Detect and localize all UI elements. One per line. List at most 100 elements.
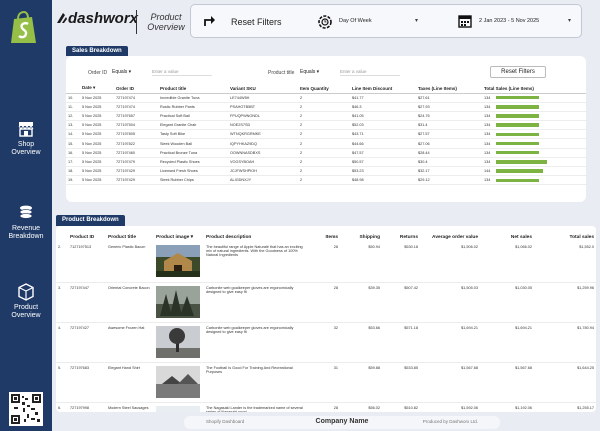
cell-desc: Carbonite web goalkeeper gloves are ergo… (204, 282, 306, 323)
qr-code-icon (9, 392, 43, 426)
column-header-total-sales[interactable]: Total sales (534, 232, 596, 242)
cell-total-sales: 134 (482, 129, 586, 140)
table-row[interactable]: 11. 5 Nov 2025 727197474 Rustic Rubber Pant… (66, 102, 586, 112)
reset-table-filters-button[interactable]: Reset Filters (490, 66, 546, 78)
sales-table: Date ▾ Order ID Product title Variant SK… (66, 84, 586, 186)
total-sales-value: 134 (484, 123, 491, 128)
order-id-filter-label: Order ID (88, 70, 108, 76)
cell-qty: 2 (298, 175, 350, 186)
column-header-total-sales[interactable]: Total Sales (Line Items) (482, 84, 586, 94)
order-id-mode-dropdown[interactable]: Equals ▾ (112, 69, 131, 75)
reset-arrow-icon[interactable] (203, 15, 217, 27)
cell-items: 32 (306, 322, 340, 363)
column-header-order-id[interactable]: Order ID (114, 84, 158, 94)
column-header-line-item-discount[interactable]: Line Item Discount (350, 84, 416, 94)
column-header-product-image[interactable]: Product image ▾ (154, 232, 204, 242)
column-header-items[interactable]: Items (306, 232, 340, 242)
main-area: dashworx Product Overview Reset Filters … (52, 0, 600, 431)
table-filters: Order ID Equals ▾ Enter a value Product … (66, 64, 586, 84)
cell-total-sales: 144 (482, 166, 586, 177)
cell-total: $1,255.17 (534, 402, 596, 412)
column-header-product-title[interactable]: Product title (106, 232, 154, 242)
cell-idx: 5. (56, 362, 68, 403)
cell-total: $1,780.94 (534, 322, 596, 363)
cell-sku: FPUQPWNONDL (228, 111, 298, 122)
cell-aov: $1,694.21 (420, 322, 480, 363)
total-sales-value: 144 (484, 169, 491, 174)
cell-idx: 19. (66, 175, 80, 186)
cell-date: 5 Nov 2025 (80, 166, 114, 177)
column-header-date[interactable]: Date ▾ (80, 84, 114, 94)
reset-filters-button[interactable]: Reset Filters (231, 17, 282, 27)
cell-net: $1,030.05 (480, 282, 534, 323)
cell-tax: $27.57 (416, 129, 482, 140)
column-header-product-title[interactable]: Product title (158, 84, 228, 94)
cell-date: 5 Nov 2025 (80, 157, 114, 168)
cell-sku: IQPYHKAZ9DQ (228, 138, 298, 149)
column-header-shipping[interactable]: Shipping (340, 232, 382, 242)
table-row[interactable]: 6. 727197998 Modern Steel Sausages The Naga… (56, 402, 596, 412)
box-icon (18, 283, 34, 301)
table-row[interactable]: 5. 727197683 Elegant Hand Shirt The Footbal… (56, 362, 596, 403)
total-sales-value: 134 (484, 95, 491, 100)
chevron-down-icon[interactable]: ▾ (415, 17, 418, 24)
table-row[interactable]: 13. 5 Nov 2025 727197504 Elegant Granite Ch… (66, 120, 586, 131)
table-row[interactable]: 4. 727197427 Awesome Frozen Hat Carbonite w… (56, 322, 596, 363)
cell-title: Practical Bronze Tuna (158, 148, 228, 158)
sidebar-item-shop-overview[interactable]: Shop Overview (0, 120, 52, 157)
cell-disc: $43.71 (350, 129, 416, 140)
cell-order: 727197504 (114, 120, 158, 131)
column-header-returns[interactable]: Returns (382, 232, 420, 242)
column-header-average-order-value[interactable]: Average order value (420, 232, 480, 242)
table-row[interactable]: 10. 5 Nov 2025 727197474 Incredible Granite… (66, 93, 586, 103)
table-row[interactable]: 15. 5 Nov 2025 727197822 Sleek Wooden Ball I… (66, 138, 586, 149)
table-row[interactable]: 18. 5 Nov 2025 727197429 Licensed Fresh Sho… (66, 166, 586, 177)
column-header-variant-sku[interactable]: Variant SKU (228, 84, 298, 94)
order-id-input[interactable]: Enter a value (152, 69, 212, 76)
cell-ship: $53.66 (340, 322, 382, 363)
sidebar-item-label: Product (13, 304, 39, 311)
table-row[interactable]: 16. 5 Nov 2025 727197460 Practical Bronze T… (66, 148, 586, 158)
cell-date: 5 Nov 2025 (80, 148, 114, 158)
shopify-logo-icon (11, 10, 36, 43)
product-breakdown-tab: Product Breakdown (56, 215, 125, 226)
sidebar-item-revenue-breakdown[interactable]: Revenue Breakdown (0, 204, 52, 241)
table-row[interactable]: 2. 7127197513 Generic Plastic Bacon The bea… (56, 242, 596, 283)
column-header-product-id[interactable]: Product ID (68, 232, 106, 242)
column-header-product-description[interactable]: Product description (204, 232, 306, 242)
day-of-week-dropdown[interactable]: Day Of Week (339, 18, 372, 24)
sidebar: Shop Overview Revenue Breakdown Product … (0, 0, 52, 431)
date-range-dropdown[interactable]: 2 Jan 2023 - 5 Nov 2025 (479, 18, 539, 24)
cell-disc: $41.05 (350, 111, 416, 122)
cell-net: $1,066.02 (480, 242, 534, 283)
cell-net: $1,192.06 (480, 402, 534, 412)
product-title-input[interactable]: Enter a value (340, 69, 400, 76)
cell-idx: 13. (66, 120, 80, 131)
sidebar-item-product-overview[interactable]: Product Overview (0, 283, 52, 320)
clock-gear-icon (318, 15, 332, 29)
cell-disc: $53.23 (350, 166, 416, 177)
cell-qty: 2 (298, 93, 350, 103)
cell-title: Awesome Frozen Hat (106, 322, 154, 363)
sidebar-item-label: Shop (17, 141, 35, 148)
column-header-taxes[interactable]: Taxes (Line Items) (416, 84, 482, 94)
cell-total-sales: 134 (482, 120, 586, 131)
column-header-net-sales[interactable]: Net sales (480, 232, 534, 242)
cell-qty: 2 (298, 148, 350, 158)
page-title: Product Overview (147, 12, 185, 32)
table-row[interactable]: 14. 5 Nov 2025 727197805 Tasty Soft Bike WTN… (66, 129, 586, 140)
cell-order: 727197429 (114, 175, 158, 186)
table-row[interactable]: 19. 5 Nov 2025 727197429 Sleek Rubber Chips… (66, 175, 586, 186)
chevron-down-icon[interactable]: ▾ (568, 17, 571, 24)
cell-aov: $1,506.02 (420, 242, 480, 283)
product-title-mode-dropdown[interactable]: Equals ▾ (300, 69, 319, 75)
cell-title: Generic Plastic Bacon (106, 242, 154, 283)
cell-qty: 2 (298, 166, 350, 177)
cell-items: 28 (306, 402, 340, 412)
cell-sku: JCJFWSHPIOH (228, 166, 298, 177)
table-row[interactable]: 17. 5 Nov 2025 727197479 Recycled Plastic S… (66, 157, 586, 168)
table-row[interactable]: 3. 727197447 Oriental Concrete Bacon Carbon… (56, 282, 596, 323)
cell-ship: $50.94 (340, 242, 382, 283)
column-header-item-quantity[interactable]: Item Quantity (298, 84, 350, 94)
table-row[interactable]: 12. 5 Nov 2025 727197657 Practical Soft Bal… (66, 111, 586, 122)
